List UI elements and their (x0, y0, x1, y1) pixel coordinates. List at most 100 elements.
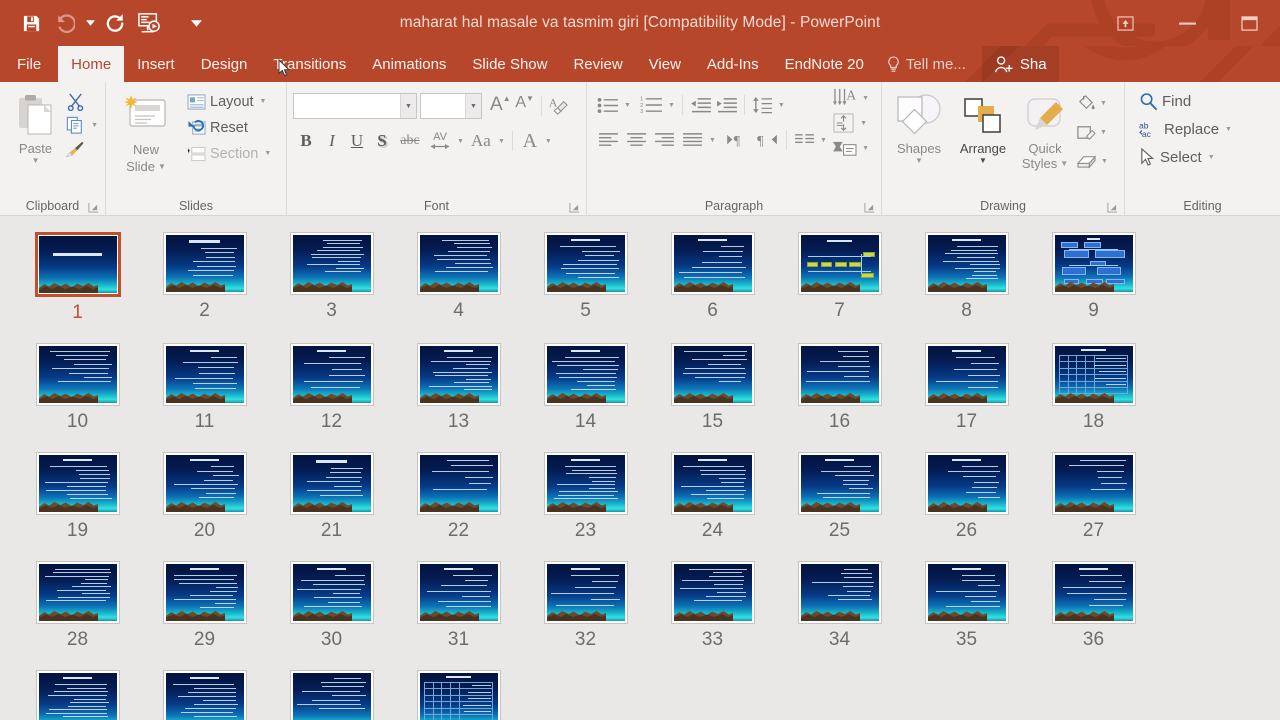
slide-thumbnail[interactable] (924, 343, 1009, 406)
layout-button[interactable]: Layout ▼ (183, 90, 277, 113)
bullets-button[interactable] (595, 93, 621, 117)
shape-effects-dropdown[interactable]: ▼ (1099, 158, 1110, 165)
slide-thumbnail[interactable] (289, 670, 374, 720)
rtl-button[interactable]: ¶ (753, 128, 781, 152)
slide-thumbnail-item[interactable]: 28 (14, 561, 141, 651)
slide-thumbnail[interactable] (670, 343, 755, 406)
slide-thumbnail-item[interactable]: 15 (649, 343, 776, 433)
slide-thumbnail[interactable] (1051, 561, 1136, 624)
slide-thumbnail[interactable] (543, 561, 628, 624)
slide-thumbnail[interactable] (289, 452, 374, 515)
clear-formatting-button[interactable]: A (546, 94, 571, 118)
underline-button[interactable]: U (345, 129, 369, 153)
line-spacing-button[interactable] (750, 93, 775, 117)
slide-thumbnail-item[interactable]: 32 (522, 561, 649, 651)
slide-thumbnail-item[interactable]: 34 (776, 561, 903, 651)
tab-animations[interactable]: Animations (359, 46, 459, 82)
redo-button[interactable] (98, 4, 132, 42)
share-button[interactable]: Sha (981, 46, 1059, 82)
align-center-button[interactable] (623, 128, 650, 152)
slide-thumbnail-item[interactable]: 14 (522, 343, 649, 433)
line-spacing-dropdown[interactable]: ▼ (776, 102, 787, 109)
slide-thumbnail[interactable] (416, 343, 501, 406)
slide-thumbnail[interactable] (35, 343, 120, 406)
minimize-button[interactable] (1156, 0, 1218, 46)
reset-button[interactable]: Reset (183, 116, 277, 139)
slide-thumbnail[interactable] (162, 670, 247, 720)
justify-button[interactable] (679, 128, 706, 152)
slide-thumbnail[interactable] (1051, 343, 1136, 406)
tab-design[interactable]: Design (188, 46, 261, 82)
align-text-button[interactable] (830, 111, 858, 135)
chevron-down-icon[interactable]: ▼ (258, 98, 269, 105)
decrease-font-size-button[interactable]: A ▼ (513, 94, 537, 118)
convert-to-smartart-button[interactable] (830, 136, 860, 160)
slide-thumbnail[interactable] (416, 670, 501, 720)
tab-transitions[interactable]: Transitions (260, 46, 359, 82)
slide-thumbnail-item[interactable]: 17 (903, 343, 1030, 433)
font-dialog-launcher[interactable] (569, 202, 580, 213)
slide-thumbnail[interactable] (289, 232, 374, 295)
slide-thumbnail-item[interactable]: 9 (1030, 232, 1157, 324)
arrange-button[interactable]: Arrange ▼ (950, 87, 1016, 165)
slide-thumbnail-item[interactable]: 18 (1030, 343, 1157, 433)
copy-button[interactable] (63, 113, 87, 137)
tab-add-ins[interactable]: Add-Ins (694, 46, 772, 82)
slide-thumbnail-item[interactable]: 19 (14, 452, 141, 542)
align-text-dropdown[interactable]: ▼ (858, 120, 869, 127)
new-slide-button[interactable]: New Slide ▼ (115, 87, 177, 175)
slide-thumbnail[interactable] (924, 561, 1009, 624)
slide-thumbnail-item[interactable]: 5 (522, 232, 649, 324)
slide-thumbnail-item[interactable]: 37 (14, 670, 141, 720)
align-right-button[interactable] (651, 128, 678, 152)
slide-thumbnail-item[interactable]: 38 (141, 670, 268, 720)
copy-dropdown-button[interactable]: ▼ (89, 122, 100, 129)
slide-thumbnail-item[interactable]: 27 (1030, 452, 1157, 542)
tab-file[interactable]: File (0, 46, 58, 82)
slide-thumbnail[interactable] (924, 452, 1009, 515)
slide-thumbnail-selected[interactable] (34, 232, 121, 297)
section-button[interactable]: Section ▼ (183, 142, 277, 165)
slide-thumbnail[interactable] (797, 343, 882, 406)
tab-insert[interactable]: Insert (124, 46, 188, 82)
slide-thumbnail[interactable] (797, 452, 882, 515)
slide-thumbnail[interactable] (289, 343, 374, 406)
drawing-dialog-launcher[interactable] (1107, 202, 1118, 213)
slide-thumbnail[interactable] (289, 561, 374, 624)
slide-thumbnail-item[interactable]: 35 (903, 561, 1030, 651)
slide-thumbnail-item[interactable]: 40 (395, 670, 522, 720)
tab-endnote[interactable]: EndNote 20 (772, 46, 877, 82)
ltr-button[interactable]: ¶ (724, 128, 752, 152)
undo-dropdown-button[interactable] (82, 4, 98, 42)
tab-home[interactable]: Home (58, 46, 125, 82)
chevron-down-icon[interactable]: ▼ (465, 94, 481, 118)
slide-thumbnail[interactable] (543, 452, 628, 515)
change-case-button[interactable]: Aa (467, 129, 495, 153)
tab-review[interactable]: Review (560, 46, 635, 82)
slide-thumbnail[interactable] (797, 232, 882, 295)
numbering-button[interactable]: 1 2 3 (638, 93, 665, 117)
character-spacing-button[interactable]: AV (426, 129, 454, 153)
character-spacing-dropdown[interactable]: ▼ (455, 138, 466, 145)
chevron-down-icon[interactable]: ▼ (262, 150, 273, 157)
italic-button[interactable]: I (320, 129, 344, 153)
slide-thumbnail-item[interactable]: 26 (903, 452, 1030, 542)
slide-thumbnail[interactable] (162, 452, 247, 515)
increase-indent-button[interactable] (714, 93, 739, 117)
slide-thumbnail-item[interactable]: 22 (395, 452, 522, 542)
slide-thumbnail[interactable] (543, 343, 628, 406)
font-color-button[interactable]: A (518, 129, 542, 153)
slide-thumbnail[interactable] (35, 452, 120, 515)
slide-thumbnail-item[interactable]: 39 (268, 670, 395, 720)
slide-thumbnail-item[interactable]: 20 (141, 452, 268, 542)
text-direction-button[interactable]: A (830, 86, 860, 110)
columns-dropdown[interactable]: ▼ (818, 137, 829, 144)
chevron-down-icon[interactable]: ▼ (400, 94, 416, 118)
tell-me-box[interactable]: Tell me... (877, 46, 976, 82)
clipboard-dialog-launcher[interactable] (88, 202, 99, 213)
undo-button[interactable] (48, 4, 82, 42)
shapes-button[interactable]: Shapes ▼ (888, 87, 950, 165)
slide-thumbnail[interactable] (670, 452, 755, 515)
paste-button[interactable]: Paste ▼ (8, 87, 63, 165)
numbering-dropdown[interactable]: ▼ (666, 102, 677, 109)
